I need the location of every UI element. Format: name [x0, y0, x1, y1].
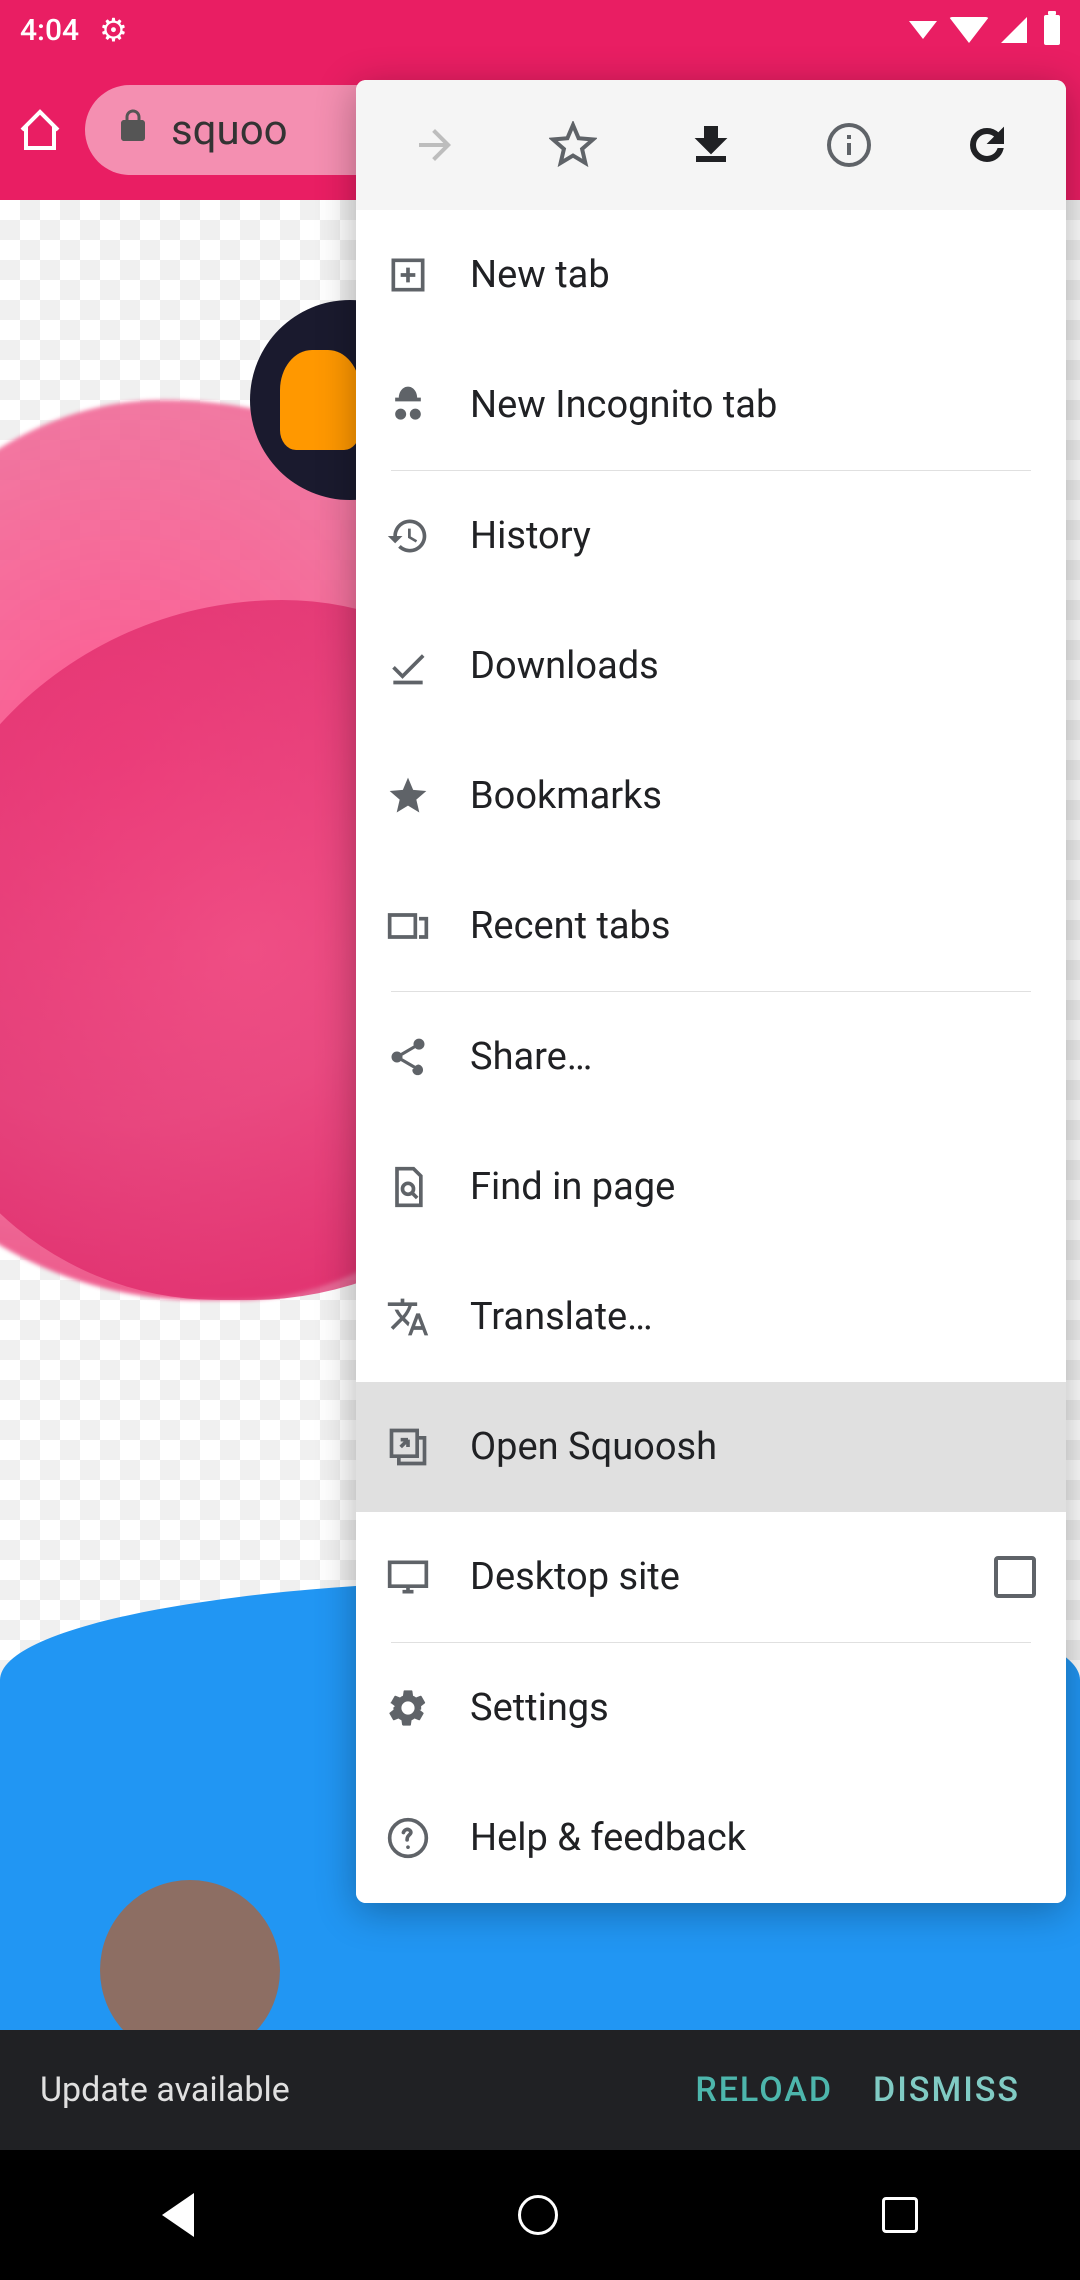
forward-button[interactable] [390, 100, 480, 190]
menu-item-label: Downloads [470, 644, 1036, 688]
incognito-icon [386, 383, 430, 427]
status-left: 4:04 ⚙ [20, 11, 128, 49]
desktop-site-checkbox[interactable] [994, 1556, 1036, 1598]
navigation-bar [0, 2150, 1080, 2280]
menu-share[interactable]: Share… [356, 992, 1066, 1122]
status-time: 4:04 [20, 13, 79, 48]
menu-item-label: Help & feedback [470, 1816, 1036, 1860]
menu-new-incognito[interactable]: New Incognito tab [356, 340, 1066, 470]
lock-icon [115, 106, 151, 155]
desktop-icon [386, 1555, 430, 1599]
settings-icon [386, 1686, 430, 1730]
snackbar: Update available RELOAD DISMISS [0, 2030, 1080, 2150]
menu-item-label: Bookmarks [470, 774, 1036, 818]
menu-recent-tabs[interactable]: Recent tabs [356, 861, 1066, 991]
download-indicator-icon [909, 21, 937, 39]
url-text: squoo [171, 106, 288, 155]
menu-item-label: Recent tabs [470, 904, 1036, 948]
menu-bookmarks[interactable]: Bookmarks [356, 731, 1066, 861]
dismiss-action[interactable]: DISMISS [853, 2070, 1040, 2110]
menu-desktop-site[interactable]: Desktop site [356, 1512, 1066, 1642]
menu-downloads[interactable]: Downloads [356, 601, 1066, 731]
history-icon [386, 514, 430, 558]
menu-item-label: Desktop site [470, 1555, 954, 1599]
menu-icon-row [356, 80, 1066, 210]
browser-menu: New tab New Incognito tab History Downlo… [356, 80, 1066, 1903]
menu-translate[interactable]: Translate… [356, 1252, 1066, 1382]
hand-icon [280, 350, 360, 450]
menu-help[interactable]: Help & feedback [356, 1773, 1066, 1903]
status-bar: 4:04 ⚙ [0, 0, 1080, 60]
menu-item-label: Open Squoosh [470, 1425, 1036, 1469]
menu-find-in-page[interactable]: Find in page [356, 1122, 1066, 1252]
snackbar-message: Update available [40, 2070, 675, 2110]
find-icon [386, 1165, 430, 1209]
status-right [909, 15, 1060, 45]
menu-history[interactable]: History [356, 471, 1066, 601]
menu-settings[interactable]: Settings [356, 1643, 1066, 1773]
home-button[interactable] [15, 105, 65, 155]
battery-icon [1044, 15, 1060, 45]
reload-action[interactable]: RELOAD [675, 2070, 853, 2110]
recent-apps-button[interactable] [882, 2197, 918, 2233]
reload-button[interactable] [942, 100, 1032, 190]
menu-item-label: Settings [470, 1686, 1036, 1730]
translate-icon [386, 1295, 430, 1339]
downloads-icon [386, 644, 430, 688]
menu-item-label: Translate… [470, 1295, 1036, 1339]
menu-item-label: New tab [470, 253, 1036, 297]
bookmarks-icon [386, 774, 430, 818]
info-button[interactable] [804, 100, 894, 190]
menu-item-label: Find in page [470, 1165, 1036, 1209]
menu-new-tab[interactable]: New tab [356, 210, 1066, 340]
menu-item-label: New Incognito tab [470, 383, 1036, 427]
back-button[interactable] [162, 2193, 194, 2237]
recent-tabs-icon [386, 904, 430, 948]
help-icon [386, 1816, 430, 1860]
share-icon [386, 1035, 430, 1079]
gear-icon: ⚙ [99, 11, 128, 49]
menu-open-app[interactable]: Open Squoosh [356, 1382, 1066, 1512]
signal-icon [1001, 17, 1027, 43]
bookmark-button[interactable] [528, 100, 618, 190]
menu-item-label: Share… [470, 1035, 1036, 1079]
wifi-icon [949, 17, 989, 43]
download-button[interactable] [666, 100, 756, 190]
menu-list: New tab New Incognito tab History Downlo… [356, 210, 1066, 1903]
home-nav-button[interactable] [518, 2195, 558, 2235]
open-app-icon [386, 1425, 430, 1469]
menu-item-label: History [470, 514, 1036, 558]
new-tab-icon [386, 253, 430, 297]
